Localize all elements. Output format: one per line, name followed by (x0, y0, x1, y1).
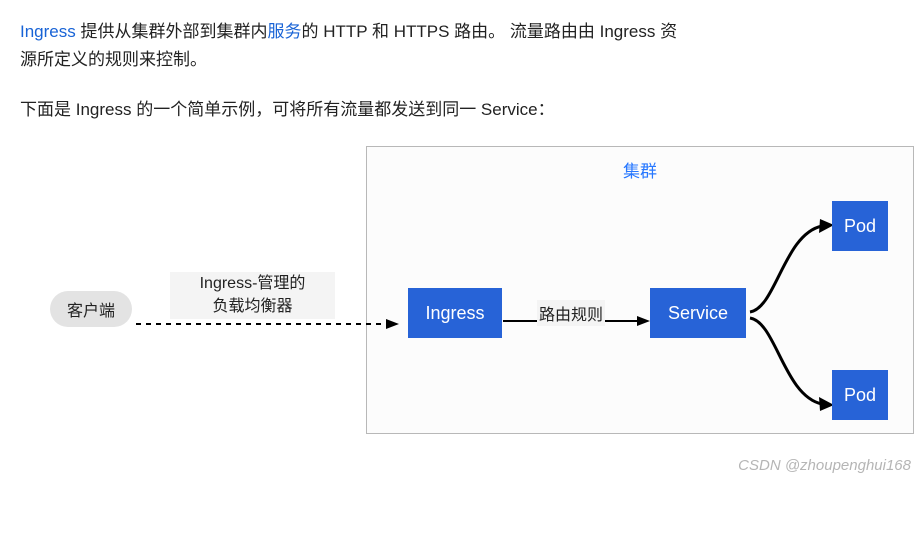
client-node: 客户端 (50, 291, 132, 327)
lb-label-line1: Ingress-管理的 (170, 272, 335, 295)
cluster-label: 集群 (367, 157, 913, 182)
pod-node-2: Pod (832, 370, 888, 420)
load-balancer-label: Ingress-管理的 负载均衡器 (170, 272, 335, 318)
arrow-client-to-ingress (136, 318, 400, 320)
ingress-diagram: 集群 客户端 Ingress-管理的 负载均衡器 Ingress 路由规则 Se… (20, 146, 899, 456)
text-seg1: 提供从集群外部到集群内 (76, 22, 268, 41)
arrow-service-to-pod2 (748, 314, 836, 419)
route-rule-label: 路由规则 (537, 300, 605, 326)
paragraph-example-intro: 下面是 Ingress 的一个简单示例，可将所有流量都发送到同一 Service… (20, 96, 680, 124)
lb-label-line2: 负载均衡器 (170, 295, 335, 318)
service-node: Service (650, 288, 746, 338)
pod-node-1: Pod (832, 201, 888, 251)
ingress-node: Ingress (408, 288, 502, 338)
link-service[interactable]: 服务 (267, 22, 301, 41)
paragraph-ingress-intro: Ingress 提供从集群外部到集群内服务的 HTTP 和 HTTPS 路由。 … (20, 18, 680, 74)
link-ingress[interactable]: Ingress (20, 22, 76, 41)
watermark: CSDN @zhoupenghui168 (738, 457, 911, 474)
arrow-service-to-pod1 (748, 216, 836, 321)
